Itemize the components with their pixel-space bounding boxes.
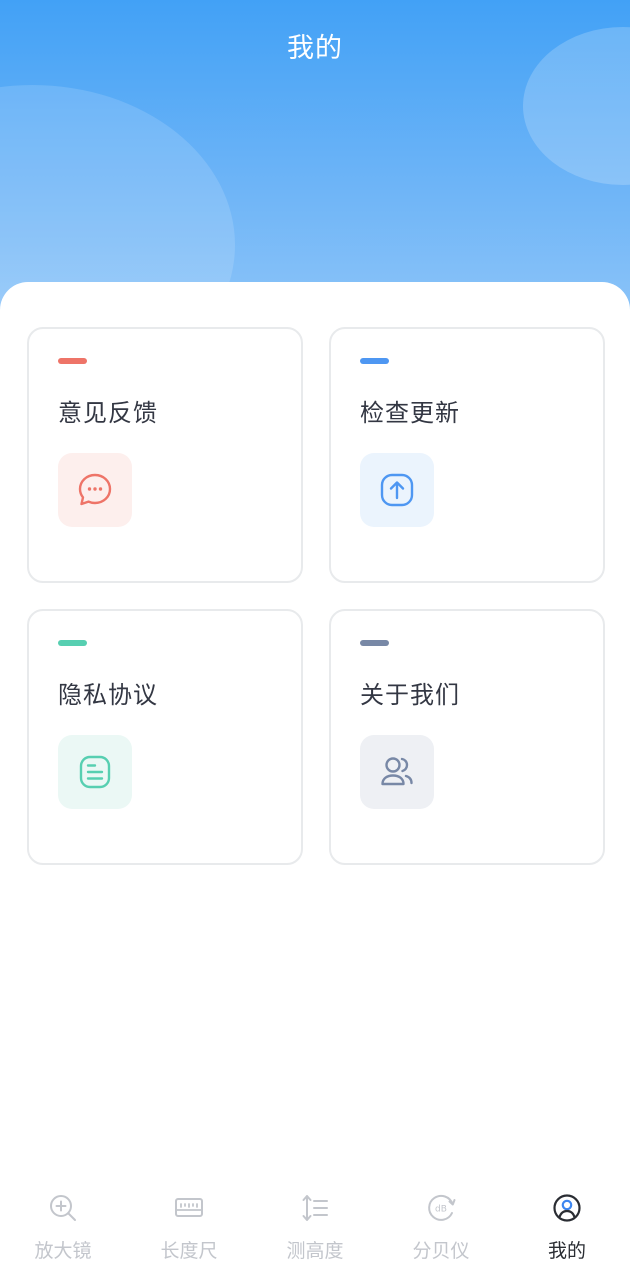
profile-icon: [553, 1194, 581, 1222]
bottom-tab-bar: 放大镜 长度尺 测高度 dB 分贝仪 我的: [0, 1180, 630, 1280]
tab-profile[interactable]: 我的: [504, 1180, 630, 1280]
accent-bar: [58, 640, 87, 646]
card-label: 意见反馈: [58, 399, 158, 427]
tab-ruler[interactable]: 长度尺: [126, 1180, 252, 1280]
page-title: 我的: [287, 33, 343, 64]
magnifier-icon: [50, 1195, 76, 1221]
tab-label: 长度尺: [160, 1240, 218, 1262]
check-update-card[interactable]: 检查更新: [329, 327, 605, 583]
about-us-card[interactable]: 关于我们: [329, 609, 605, 865]
icon-container: [58, 735, 132, 809]
tab-label: 放大镜: [34, 1240, 92, 1262]
accent-bar: [58, 358, 87, 364]
card-label: 关于我们: [360, 681, 460, 709]
tab-label: 我的: [547, 1240, 586, 1262]
icon-container: [58, 453, 132, 527]
accent-bar: [360, 640, 389, 646]
tab-magnifier[interactable]: 放大镜: [0, 1180, 126, 1280]
card-label: 检查更新: [360, 399, 460, 427]
feedback-card[interactable]: 意见反馈: [27, 327, 303, 583]
content-sheet: 意见反馈 检查更新 隐私协议 关于我们: [0, 282, 630, 1280]
tab-label: 测高度: [286, 1240, 344, 1262]
height-icon: [302, 1195, 328, 1221]
tab-label: 分贝仪: [412, 1240, 470, 1262]
card-label: 隐私协议: [58, 681, 158, 709]
document-icon: [79, 755, 111, 789]
privacy-policy-card[interactable]: 隐私协议: [27, 609, 303, 865]
header: 我的: [0, 0, 630, 320]
chat-bubble-icon: [78, 473, 112, 506]
users-icon: [381, 757, 413, 786]
decibel-icon: dB: [428, 1194, 456, 1221]
tab-decibel[interactable]: dB 分贝仪: [378, 1180, 504, 1280]
accent-bar: [360, 358, 389, 364]
ruler-icon: [175, 1198, 203, 1217]
upload-arrow-icon: [380, 473, 414, 507]
icon-container: [360, 453, 434, 527]
icon-container: [360, 735, 434, 809]
tab-height[interactable]: 测高度: [252, 1180, 378, 1280]
svg-text:dB: dB: [435, 1205, 447, 1215]
